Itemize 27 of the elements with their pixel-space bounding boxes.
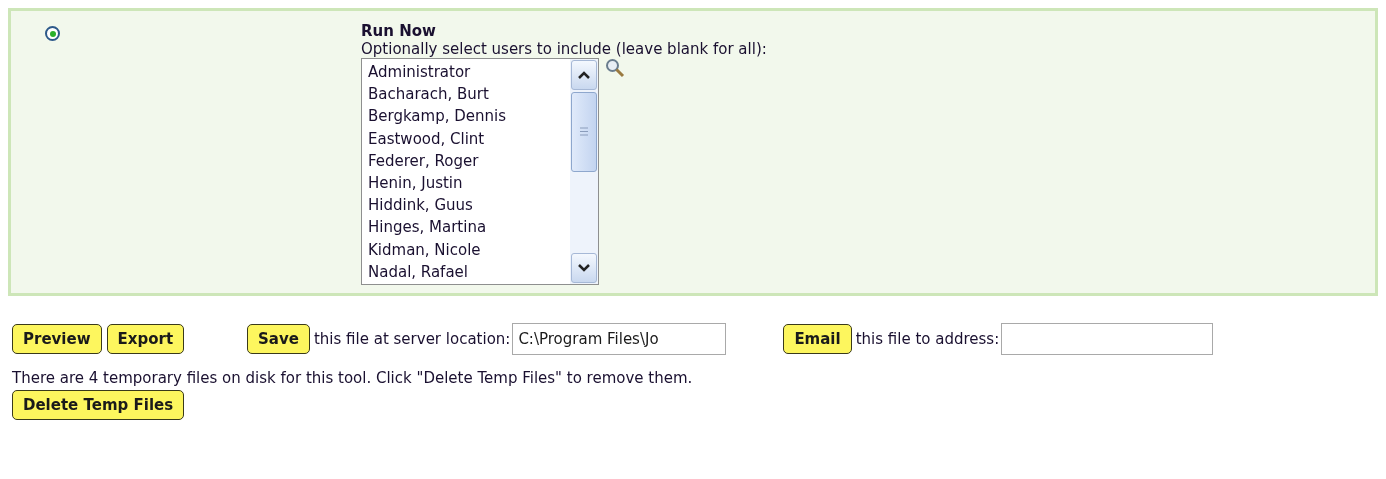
user-option[interactable]: Federer, Roger	[368, 149, 570, 172]
user-option[interactable]: Bergkamp, Dennis	[368, 105, 570, 128]
user-option[interactable]: Eastwood, Clint	[368, 127, 570, 150]
email-label: this file to address:	[855, 330, 1000, 348]
email-button[interactable]: Email	[783, 324, 852, 354]
radio-button[interactable]	[45, 26, 60, 41]
save-button[interactable]: Save	[247, 324, 310, 354]
server-location-field[interactable]: C:\Program Files\Jo	[512, 323, 727, 355]
grip-icon	[580, 127, 588, 136]
user-option[interactable]: Hiddink, Guus	[368, 194, 570, 217]
user-option[interactable]: Henin, Justin	[368, 172, 570, 195]
email-address-field[interactable]	[1001, 323, 1214, 355]
save-label: this file at server location:	[313, 330, 511, 348]
delete-temp-files-button[interactable]: Delete Temp Files	[12, 390, 185, 420]
temp-files-notice: There are 4 temporary files on disk for this tool. Click "Delete Temp Files" to remove them.	[11, 368, 694, 388]
user-option[interactable]: Nadal, Rafael	[368, 260, 570, 284]
user-option[interactable]: Administrator	[368, 61, 570, 84]
user-option[interactable]: Kidman, Nicole	[368, 238, 570, 261]
users-listbox[interactable]: Administrator Bacharach, Burt Bergkamp, Dennis Eastwood, Clint Federer, Roger Henin, Justin Hiddink, Guus Hinges, Martina Kidman, Nicole Nadal, Rafael	[361, 58, 599, 285]
run-now-label: Run Now	[361, 22, 437, 40]
user-option[interactable]: Hinges, Martina	[368, 216, 570, 239]
user-option[interactable]: Bacharach, Burt	[368, 83, 570, 106]
users-hint: Optionally select users to include (leave blank for all):	[361, 40, 767, 58]
export-button[interactable]: Export	[106, 324, 185, 354]
search-icon[interactable]	[605, 58, 625, 78]
preview-button[interactable]: Preview	[12, 324, 102, 354]
scrollbar[interactable]	[570, 59, 598, 284]
